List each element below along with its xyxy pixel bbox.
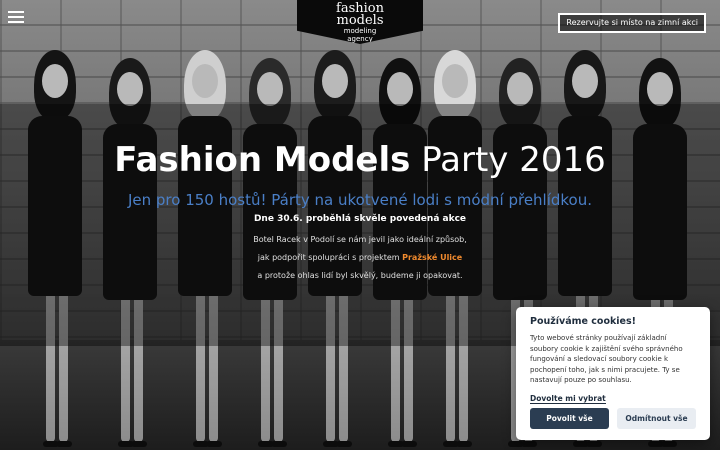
cookie-consent-dialog: Používáme cookies! Tyto webové stránky p…: [516, 307, 710, 440]
cookie-buttons: Povolit vše Odmítnout vše: [530, 408, 696, 429]
menu-icon[interactable]: [8, 10, 24, 24]
reject-all-cookies-button[interactable]: Odmítnout vše: [617, 408, 696, 429]
hero-subtitle: Jen pro 150 hostů! Párty na ukotvené lod…: [127, 191, 593, 209]
hero-title: Fashion Models Party 2016: [0, 140, 720, 180]
hero-title-light: Party 2016: [421, 140, 606, 180]
hero-line-3: a protože ohlas lidí byl skvělý, budeme …: [257, 271, 463, 280]
cookie-title: Používáme cookies!: [530, 316, 636, 327]
hero-line-2-text: jak podpořit spolupráci s projektem: [257, 253, 400, 262]
hero-line-2: jak podpořit spolupráci s projektem Praž…: [0, 253, 720, 262]
prazske-ulice-link[interactable]: Pražské Ulice: [402, 253, 462, 262]
reserve-winter-event-button[interactable]: Rezervujte si místo na zimní akci: [558, 13, 706, 33]
accept-all-cookies-button[interactable]: Povolit vše: [530, 408, 609, 429]
hero-title-bold: Fashion Models: [114, 140, 411, 180]
hero-intro: Dne 30.6. proběhlá skvěle povedená akce: [253, 214, 467, 224]
cookie-choose-link[interactable]: Dovolte mi vybrat: [530, 394, 606, 404]
cookie-description: Tyto webové stránky používají základní s…: [530, 334, 683, 384]
logo-text-line2: models: [336, 13, 384, 28]
hero-line-1: Botel Racek v Podolí se nám jevil jako i…: [253, 235, 467, 244]
logo-text-line3: modeling: [343, 27, 377, 35]
